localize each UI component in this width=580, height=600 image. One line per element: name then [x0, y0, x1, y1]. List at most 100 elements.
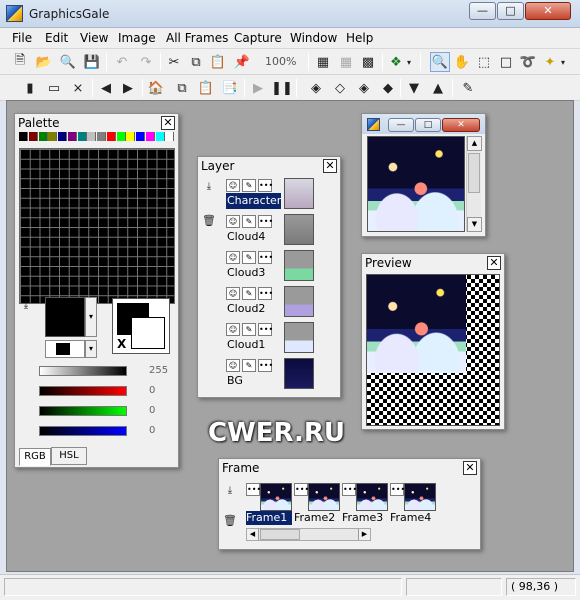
color-pick-icon[interactable]: ❖ [386, 52, 406, 72]
more-icon[interactable]: ••• [258, 359, 273, 372]
more-icon[interactable]: ••• [294, 483, 309, 496]
scroll-up-icon[interactable]: ▲ [467, 136, 482, 151]
lasso-icon[interactable]: ➰ [518, 52, 538, 72]
canvas-scrollbar[interactable]: ▲ ▼ [466, 136, 482, 232]
palette-swatch[interactable] [126, 132, 136, 141]
free-select-icon[interactable]: □ [496, 52, 516, 72]
menu-edit[interactable]: Edit [45, 31, 68, 45]
prev-frame-icon[interactable]: ◀ [96, 78, 116, 98]
add-frame-icon[interactable]: ▮ [20, 78, 40, 98]
frame-cell[interactable]: ••• Frame2 [294, 483, 340, 525]
trash-icon[interactable]: 🗑 [202, 213, 216, 227]
blue-value[interactable]: 0 [149, 425, 173, 439]
palette-swatch[interactable] [145, 132, 155, 141]
save-icon[interactable]: 💾 [82, 52, 102, 72]
palette-swatch[interactable] [155, 132, 165, 141]
canvas-image[interactable] [367, 136, 465, 232]
next-frame-icon[interactable]: ▶ [118, 78, 138, 98]
undo-icon[interactable]: ↶ [112, 52, 132, 72]
lock-icon[interactable]: ✎ [242, 215, 256, 228]
blue-slider[interactable] [39, 426, 127, 436]
scroll-thumb[interactable] [468, 153, 480, 193]
lock-icon[interactable]: ✎ [242, 179, 256, 192]
download-icon[interactable]: ⤓ [202, 179, 216, 193]
palette-swatch[interactable] [58, 132, 67, 141]
palette-swatch[interactable] [38, 132, 48, 141]
layer-close-icon[interactable]: ✕ [323, 159, 337, 173]
menu-capture[interactable]: Capture [234, 31, 282, 45]
gray-slider[interactable] [39, 366, 127, 376]
menu-image[interactable]: Image [118, 31, 156, 45]
paste-icon[interactable]: 📋 [208, 52, 228, 72]
chevron-down-icon[interactable]: ▾ [404, 52, 414, 72]
canvas-maximize-button[interactable]: □ [415, 118, 441, 132]
gray-value[interactable]: 255 [149, 365, 173, 379]
menu-window[interactable]: Window [290, 31, 337, 45]
close-button[interactable]: ✕ [525, 2, 571, 20]
zoom-tool-icon[interactable]: 🔍 [430, 52, 450, 72]
grid-icon[interactable]: ▦ [313, 52, 333, 72]
color-compare-box[interactable]: X [112, 298, 170, 354]
canvas-close-button[interactable]: ✕ [442, 118, 480, 132]
duplicate-frame-icon[interactable]: 📑 [220, 78, 240, 98]
redo-icon[interactable]: ↷ [136, 52, 156, 72]
zoom-select[interactable]: 100% ▾ [260, 51, 306, 88]
more-icon[interactable]: ••• [258, 251, 273, 264]
more-icon[interactable]: ••• [258, 323, 273, 336]
lock-icon[interactable]: ✎ [242, 251, 256, 264]
minimize-button[interactable]: — [469, 2, 496, 20]
visibility-icon[interactable]: ☺ [226, 359, 240, 372]
lock-icon[interactable]: ✎ [242, 287, 256, 300]
insert-frame-icon[interactable]: ▭ [44, 78, 64, 98]
layer-down-icon[interactable]: ▼ [404, 78, 424, 98]
scroll-down-icon[interactable]: ▼ [467, 217, 482, 232]
red-slider[interactable] [39, 386, 127, 396]
hand-icon[interactable]: ✋ [452, 52, 472, 72]
frame-close-icon[interactable]: ✕ [463, 461, 477, 475]
delete-frame-icon[interactable]: ⨯ [68, 78, 88, 98]
chevron-down-icon[interactable]: ▾ [558, 52, 568, 72]
palette-grid[interactable] [19, 148, 175, 304]
lock-icon[interactable]: ✎ [242, 323, 256, 336]
trash-icon[interactable]: 🗑 [223, 513, 237, 527]
green-value[interactable]: 0 [149, 405, 173, 419]
palette-swatch[interactable] [116, 132, 126, 141]
menu-file[interactable]: File [12, 31, 32, 45]
layer-row[interactable]: ☺ ✎ ••• Cloud2 [226, 285, 359, 319]
new-layer-icon[interactable]: ◇ [330, 78, 350, 98]
palette-swatch[interactable] [28, 132, 38, 141]
layer-row[interactable]: ☺ ✎ ••• Cloud4 [226, 213, 359, 247]
visibility-icon[interactable]: ☺ [226, 323, 240, 336]
more-icon[interactable]: ••• [258, 215, 273, 228]
more-icon[interactable]: ••• [258, 179, 273, 192]
palette-swatch[interactable] [87, 132, 97, 141]
preview-close-icon[interactable]: ✕ [487, 256, 501, 270]
new-file-icon[interactable]: 🗎 [10, 52, 30, 72]
secondary-color-swatch[interactable] [131, 317, 165, 349]
more-icon[interactable]: ••• [258, 287, 273, 300]
frame-cell[interactable]: ••• Frame3 [342, 483, 388, 525]
palette-swatch[interactable] [165, 132, 175, 141]
merge-layer-icon[interactable]: ◆ [378, 78, 398, 98]
palette-swatch[interactable] [106, 132, 116, 141]
magic-wand-icon[interactable]: ✦ [540, 52, 560, 72]
palette-swatch[interactable] [48, 132, 58, 141]
visibility-icon[interactable]: ☺ [226, 179, 240, 192]
swap-colors-label[interactable]: X [117, 337, 126, 351]
chevron-down-icon[interactable]: ▾ [85, 340, 97, 358]
bg-color-field[interactable] [45, 340, 85, 358]
layer-props-icon[interactable]: ✎ [458, 78, 478, 98]
frame-props-icon[interactable]: 🏠 [146, 78, 166, 98]
scroll-thumb[interactable] [260, 529, 300, 540]
tile-icon[interactable]: ▩ [358, 52, 378, 72]
layer-row[interactable]: ☺ ✎ ••• Cloud1 [226, 321, 359, 355]
paste-special-icon[interactable]: 📌 [232, 52, 252, 72]
menu-view[interactable]: View [80, 31, 108, 45]
menu-help[interactable]: Help [346, 31, 373, 45]
download-icon[interactable]: ⤓ [223, 483, 237, 497]
layer-row[interactable]: ☺ ✎ ••• Cloud3 [226, 249, 359, 283]
chevron-down-icon[interactable]: ▾ [85, 297, 97, 337]
frame-scrollbar[interactable]: ◀ ▶ [246, 528, 371, 541]
palette-swatch[interactable] [136, 132, 145, 141]
cut-icon[interactable]: ✂ [164, 52, 184, 72]
